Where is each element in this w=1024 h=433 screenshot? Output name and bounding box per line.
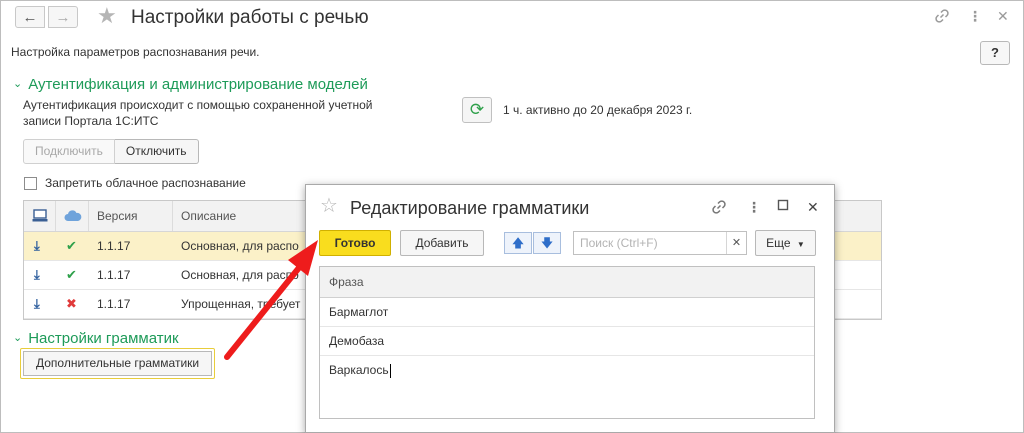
additional-grammars-button[interactable]: Дополнительные грамматики — [20, 348, 216, 379]
download-icon[interactable]: ⤓ — [34, 232, 40, 260]
link-icon[interactable] — [711, 199, 727, 218]
link-icon[interactable] — [934, 8, 950, 27]
arrow-down-icon: 🡇 — [540, 236, 554, 250]
table-row[interactable]: Демобаза — [320, 327, 814, 356]
star-icon[interactable]: ☆ — [320, 195, 338, 217]
table-row[interactable]: Варкалось — [320, 356, 814, 385]
version-cell: 1.1.17 — [97, 239, 131, 253]
more-menu-label: Еще — [766, 236, 791, 250]
dialog-title: Редактирование грамматики — [350, 198, 590, 218]
back-button[interactable]: ← — [15, 6, 45, 28]
auth-section-header[interactable]: ⌄ Аутентификация и администрирование моде… — [13, 76, 368, 93]
error-icon: ✖ — [66, 296, 77, 311]
maximize-icon[interactable] — [777, 198, 789, 214]
text-cursor — [389, 363, 391, 378]
phrase-cell: Демобаза — [329, 334, 385, 348]
more-vertical-icon[interactable]: ⋮ — [747, 199, 761, 216]
phrases-table: Фраза Бармаглот Демобаза Варкалось — [319, 266, 815, 419]
move-down-button[interactable]: 🡇 — [533, 232, 561, 254]
page-subtitle: Настройка параметров распознавания речи. — [11, 45, 260, 59]
download-icon[interactable]: ⤓ — [34, 290, 40, 318]
close-icon[interactable]: ✕ — [997, 8, 1009, 25]
phrase-cell: Варкалось — [329, 363, 389, 377]
forbid-cloud-row[interactable]: Запретить облачное распознавание — [24, 176, 246, 190]
caret-down-icon: ▼ — [796, 240, 805, 249]
auth-section-title: Аутентификация и администрирование модел… — [28, 76, 368, 93]
search-input[interactable] — [574, 232, 724, 254]
version-cell: 1.1.17 — [97, 297, 131, 311]
additional-grammars-label: Дополнительные грамматики — [23, 351, 213, 376]
cloud-icon — [64, 201, 82, 231]
check-icon: ✔ — [66, 267, 77, 282]
version-column-header[interactable]: Версия — [97, 201, 138, 231]
refresh-icon: ⟳ — [469, 100, 485, 119]
help-button[interactable]: ? — [980, 41, 1010, 65]
add-button[interactable]: Добавить — [400, 230, 484, 256]
clear-search-icon[interactable]: ✕ — [726, 232, 746, 254]
computer-icon — [32, 201, 48, 231]
more-vertical-icon[interactable]: ⋮ — [968, 8, 982, 25]
grammar-section-title: Настройки грамматик — [28, 330, 179, 347]
grammar-edit-dialog: ☆ Редактирование грамматики ⋮ ✕ Готово Д… — [305, 184, 835, 433]
connect-button[interactable]: Подключить — [23, 139, 115, 164]
forbid-cloud-label: Запретить облачное распознавание — [45, 176, 246, 190]
download-icon[interactable]: ⤓ — [34, 261, 40, 289]
ready-button[interactable]: Готово — [319, 230, 391, 256]
phrase-cell: Бармаглот — [329, 305, 389, 319]
page-title: Настройки работы с речью — [131, 7, 369, 28]
more-menu-button[interactable]: Еще ▼ — [755, 230, 816, 256]
description-cell: Основная, для распо — [181, 239, 299, 253]
description-column-header[interactable]: Описание — [181, 201, 236, 231]
auth-description: Аутентификация происходит с помощью сохр… — [23, 98, 373, 128]
disconnect-button[interactable]: Отключить — [114, 139, 199, 164]
move-up-button[interactable]: 🡅 — [504, 232, 532, 254]
forbid-cloud-checkbox[interactable] — [24, 176, 37, 190]
check-icon: ✔ — [66, 238, 77, 253]
description-cell: Упрощенная, требует — [181, 297, 301, 311]
connection-buttons: Подключить Отключить — [23, 139, 199, 164]
auth-status: 1 ч. активно до 20 декабря 2023 г. — [503, 103, 693, 117]
close-icon[interactable]: ✕ — [807, 199, 819, 216]
forward-button[interactable]: → — [48, 6, 78, 28]
refresh-button[interactable]: ⟳ — [462, 97, 492, 123]
arrow-left-icon: ← — [22, 8, 38, 26]
table-row[interactable]: Бармаглот — [320, 298, 814, 327]
star-icon[interactable]: ★ — [97, 4, 117, 28]
grammar-section-header[interactable]: ⌄ Настройки грамматик — [13, 330, 179, 347]
description-cell: Основная, для распо — [181, 268, 299, 282]
arrow-right-icon: → — [55, 8, 71, 26]
chevron-down-icon: ⌄ — [13, 78, 23, 90]
search-box: ✕ — [573, 231, 747, 255]
phrase-column-header[interactable]: Фраза — [320, 267, 814, 298]
chevron-down-icon: ⌄ — [13, 332, 23, 344]
arrow-up-icon: 🡅 — [511, 236, 525, 250]
version-cell: 1.1.17 — [97, 268, 131, 282]
